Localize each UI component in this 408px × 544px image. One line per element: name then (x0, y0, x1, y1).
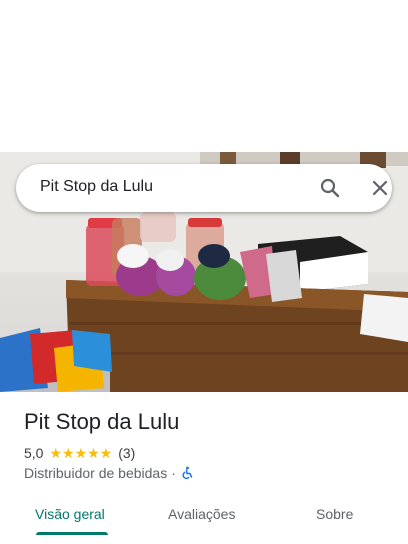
search-input[interactable]: Pit Stop da Lulu (40, 178, 153, 196)
tab-reviews[interactable]: Avaliações (168, 506, 235, 522)
search-icon[interactable] (318, 176, 342, 200)
star-icon: ★★★★★ (49, 445, 113, 461)
rating-row: 5,0 ★★★★★ (3) (24, 444, 135, 462)
search-bar[interactable]: Pit Stop da Lulu (16, 164, 392, 212)
tab-bar: Visão geral Avaliações Sobre (0, 498, 408, 544)
map-blank-area (0, 0, 408, 152)
category-row: Distribuidor de bebidas · (24, 465, 194, 481)
review-count[interactable]: (3) (118, 445, 135, 461)
rating-value: 5,0 (24, 445, 44, 461)
place-title: Pit Stop da Lulu (24, 409, 180, 434)
close-icon[interactable] (368, 176, 392, 200)
tab-overview[interactable]: Visão geral (35, 506, 105, 522)
tab-about[interactable]: Sobre (316, 506, 353, 522)
active-tab-indicator (36, 532, 108, 535)
separator-dot: · (171, 465, 176, 481)
place-category: Distribuidor de bebidas (24, 465, 168, 481)
rating-stars: ★★★★★ (49, 446, 112, 460)
wheelchair-accessible-icon (180, 466, 194, 480)
